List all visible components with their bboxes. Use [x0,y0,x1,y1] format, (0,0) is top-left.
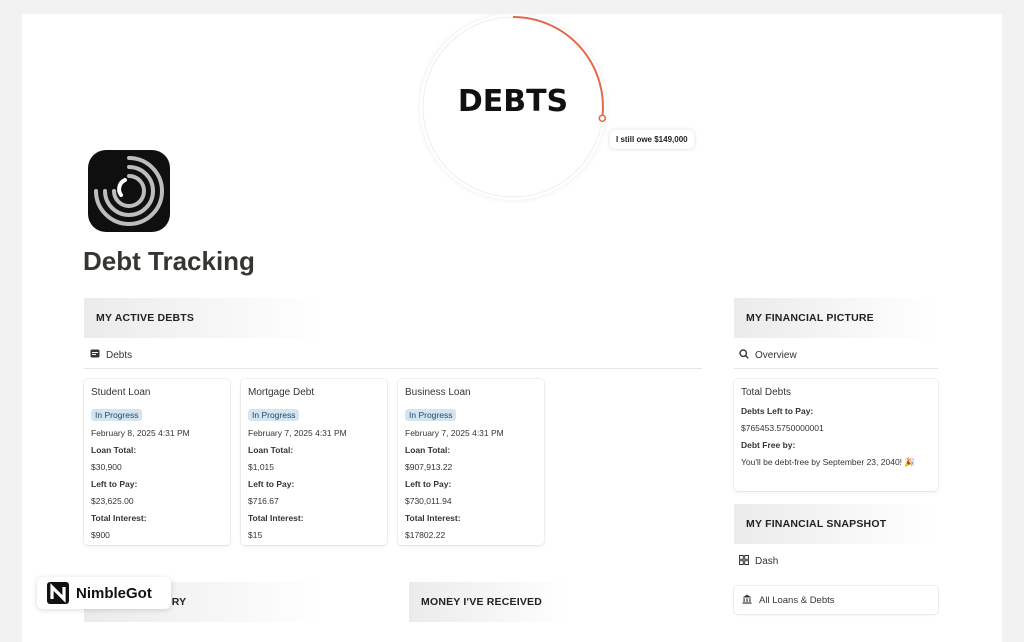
tab-overview[interactable]: Overview [739,349,797,362]
debts-left-value: $765453.5750000001 [741,423,824,433]
tab-debts[interactable]: Debts [90,349,132,361]
total-interest-value: $17802.22 [405,530,446,540]
total-debts-card[interactable]: Total Debts Debts Left to Pay: $765453.5… [734,379,938,491]
loan-total-value: $907,913.22 [405,462,453,472]
debt-card[interactable]: Business Loan In Progress February 7, 20… [398,379,544,545]
bank-icon [742,594,752,607]
debt-card[interactable]: Student Loan In Progress February 8, 202… [84,379,230,545]
card-title: Student Loan [91,387,151,398]
card-title: Total Debts [741,387,792,398]
left-to-pay-label: Left to Pay: [91,479,138,489]
card-title: Business Loan [405,387,471,398]
total-interest-value: $15 [248,530,263,540]
owe-tooltip: I still owe $149,000 [610,130,694,149]
financial-snapshot-heading: MY FINANCIAL SNAPSHOT [734,504,938,544]
total-interest-label: Total Interest: [248,513,304,523]
status-badge: In Progress [405,409,457,421]
loan-total-label: Loan Total: [405,445,451,455]
left-to-pay-label: Left to Pay: [248,479,295,489]
total-interest-value: $900 [91,530,110,540]
card-date: February 7, 2025 4:31 PM [405,428,504,438]
brand-name: NimbleGot [76,584,152,602]
card-date: February 7, 2025 4:31 PM [248,428,347,438]
tab-label: Overview [755,350,797,361]
search-icon [739,349,749,362]
page-title: Debt Tracking [83,246,255,276]
cover-title: DEBTS [457,84,569,119]
tab-label: Debts [106,349,133,361]
debt-free-label: Debt Free by: [741,440,796,450]
left-to-pay-value: $730,011.94 [405,496,452,506]
loan-total-label: Loan Total: [91,445,137,455]
left-to-pay-value: $23,625.00 [91,496,134,506]
logo-icon [47,582,69,604]
left-to-pay-value: $716.67 [248,496,279,506]
debt-free-value: You'll be debt-free by September 23, 204… [741,457,915,467]
debts-left-label: Debts Left to Pay: [741,406,814,416]
loan-total-value: $30,900 [91,462,122,472]
financial-picture-heading: MY FINANCIAL PICTURE [734,298,938,338]
table-icon [90,349,100,361]
divider [734,368,938,369]
loan-total-value: $1,015 [248,462,274,472]
left-to-pay-label: Left to Pay: [405,479,452,489]
card-title: Mortgage Debt [248,387,315,398]
tab-label: Dash [755,556,779,567]
link-label: All Loans & Debts [759,594,835,606]
divider [84,368,702,369]
money-received-heading: MONEY I'VE RECEIVED [409,582,569,622]
active-debts-heading: MY ACTIVE DEBTS [84,298,324,338]
tab-dash[interactable]: Dash [739,555,778,568]
card-date: February 8, 2025 4:31 PM [91,428,190,438]
all-loans-link[interactable]: All Loans & Debts [734,586,938,614]
debt-card[interactable]: Mortgage Debt In Progress February 7, 20… [241,379,387,545]
loan-total-label: Loan Total: [248,445,294,455]
brand-watermark: NimbleGot [37,577,171,609]
status-badge: In Progress [248,409,300,421]
total-interest-label: Total Interest: [91,513,147,523]
spiral-icon[interactable] [88,150,170,232]
status-badge: In Progress [91,409,143,421]
notion-page: DEBTS I still owe $149,000 Debt Tracking… [22,14,1002,642]
total-interest-label: Total Interest: [405,513,461,523]
grid-icon [739,555,749,568]
